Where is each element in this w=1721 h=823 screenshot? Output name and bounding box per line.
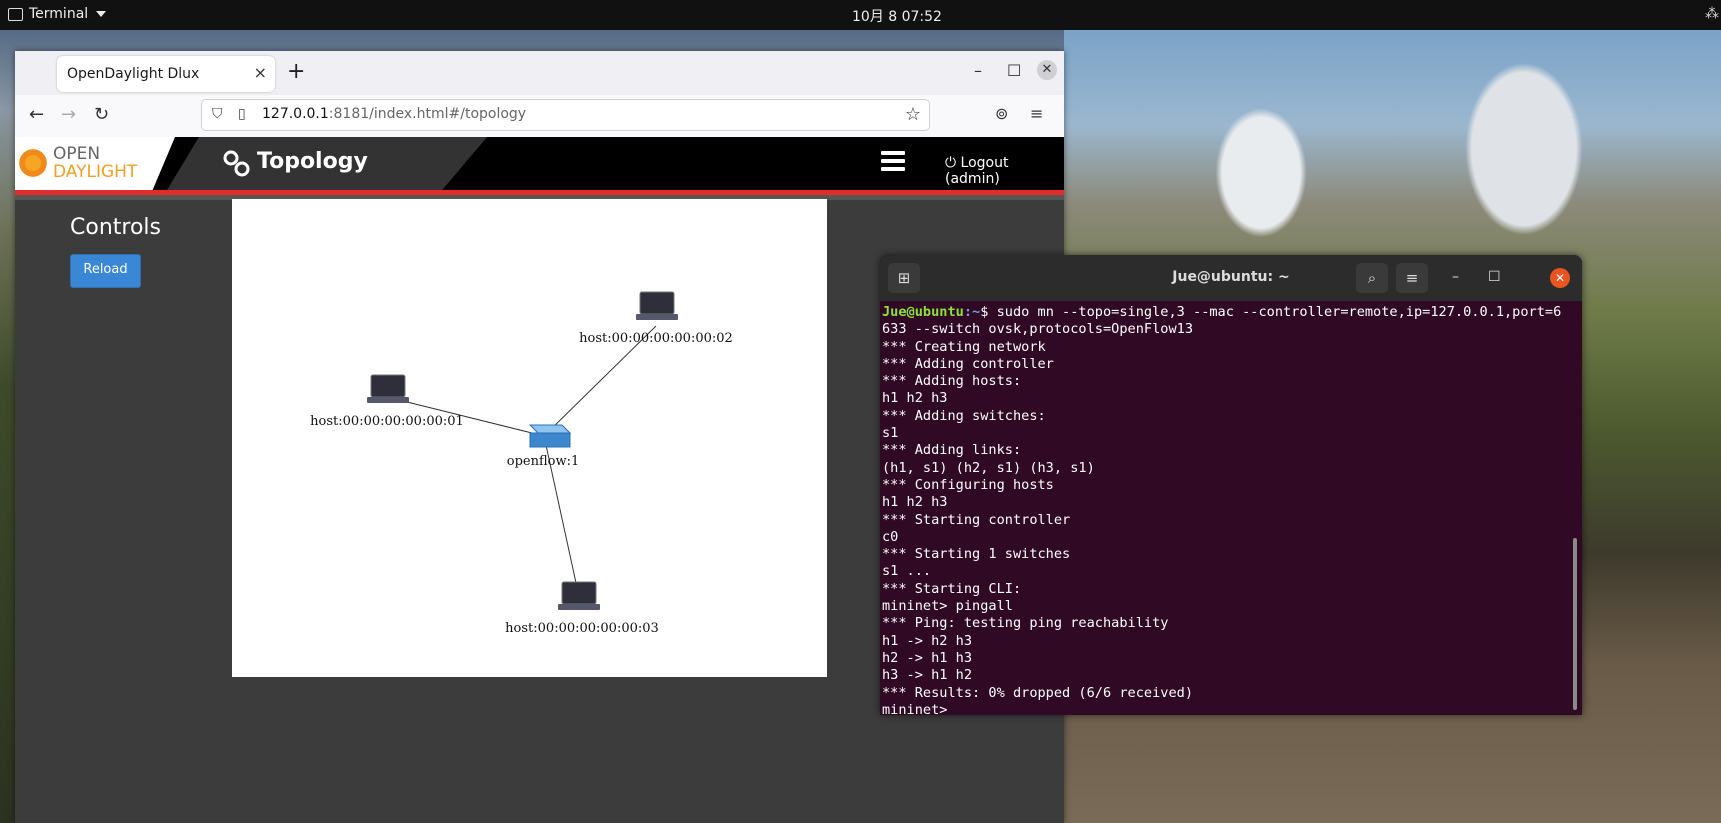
command-text: $ sudo mn --topo=single,3 --mac --contro… [882,304,1562,338]
prompt-path: :~ [963,304,981,320]
menu-icon[interactable]: ≡ [1030,104,1043,123]
host-label: host:00:00:00:00:00:02 [579,331,733,346]
terminal-line: s1 ... [882,563,932,580]
terminal-line: *** Configuring hosts [882,476,1054,493]
maximize-icon[interactable]: ☐ [1007,61,1021,80]
navigation-bar: ← → ↻ ⛉ ▯ 127.0.0.1:8181/index.html#/top… [15,95,1064,138]
app-name: Terminal [29,6,89,22]
new-tab-button[interactable]: + [287,59,305,84]
terminal-line: h3 -> h1 h2 [882,667,973,684]
output-lines: *** Creating network *** Adding controll… [882,339,1193,715]
maximize-icon[interactable]: ☐ [1488,269,1501,285]
terminal-output[interactable]: Jue@ubuntu:~$ sudo mn --topo=single,3 --… [882,304,1568,715]
terminal-title: Jue@ubuntu: ~ [1172,269,1290,285]
url-bar[interactable]: ⛉ ▯ 127.0.0.1:8181/index.html#/topology … [201,99,930,131]
terminal-line: *** Adding links: [882,442,1022,459]
terminal-line: *** Adding controller [882,355,1054,372]
back-arrow-icon[interactable]: ← [29,104,44,125]
chevron-down-icon [96,11,107,17]
minimize-icon[interactable]: – [974,61,982,80]
terminal-line: h1 -> h2 h3 [882,632,973,649]
terminal-line: *** Starting controller [882,511,1071,528]
url-text: 127.0.0.1:8181/index.html#/topology [262,106,527,122]
host-node[interactable]: host:00:00:00:00:00:02 [579,291,733,346]
terminal-line: h1 h2 h3 [882,390,948,407]
browser-tab[interactable]: OpenDaylight Dlux × [57,56,275,92]
host-label: host:00:00:00:00:00:01 [310,414,464,429]
prompt-user: Jue@ubuntu [882,304,964,320]
host-node[interactable]: host:00:00:00:00:00:01 [310,374,464,429]
shield-icon[interactable]: ⛉ [212,106,223,122]
switch-label: openflow:1 [507,454,580,469]
odl-header: OPEN DAYLIGHT Topology ⏻ Logout (admin) [15,137,1064,190]
bookmark-star-icon[interactable]: ☆ [905,104,921,125]
network-icon[interactable]: ⁂ [1705,6,1719,22]
terminal-line: *** Ping: testing ping reachability [882,615,1169,632]
logo-text-open: OPEN [53,144,101,164]
tab-title: OpenDaylight Dlux [67,66,200,82]
pocket-icon[interactable]: ⊚ [995,104,1008,123]
terminal-line: *** Adding switches: [882,407,1046,424]
tab-close-icon[interactable]: × [254,63,267,82]
terminal-line: *** Results: 0% dropped (6/6 received) [882,684,1193,701]
topology-icon [223,150,250,177]
terminal-line: h1 h2 h3 [882,494,948,511]
terminal-line: *** Creating network [882,338,1046,355]
terminal-titlebar: ⊞ Jue@ubuntu: ~ ⌕ ≡ – ☐ ✕ [880,255,1582,301]
search-icon[interactable]: ⌕ [1356,263,1388,293]
terminal-icon [8,7,23,21]
clock[interactable]: 10月 8 07:52 [852,6,942,26]
page-icon: ▯ [238,106,246,122]
terminal-line: s1 [882,425,899,442]
terminal-line: h2 -> h1 h3 [882,649,973,666]
logout-link[interactable]: ⏻ Logout (admin) [945,155,1064,187]
system-top-bar: Terminal 10月 8 07:52 ⁂ [0,0,1721,30]
switch-node[interactable]: openflow:1 [507,424,580,469]
tab-strip: OpenDaylight Dlux × + – ☐ ✕ [15,51,1064,95]
logo-text-daylight: DAYLIGHT [53,162,138,182]
hamburger-menu-icon[interactable] [881,151,905,175]
odl-logo[interactable]: OPEN DAYLIGHT [15,137,175,190]
app-menu[interactable]: Terminal [8,6,107,22]
window-close-icon[interactable]: ✕ [1037,60,1057,80]
flower-icon [17,147,49,179]
terminal-line: mininet> [882,701,956,715]
terminal-window: ⊞ Jue@ubuntu: ~ ⌕ ≡ – ☐ ✕ Jue@ubuntu:~$ … [880,255,1582,715]
terminal-line: mininet> pingall [882,598,1013,615]
terminal-scrollbar[interactable] [1573,538,1577,710]
host-label: host:00:00:00:00:00:03 [505,621,659,636]
host-node[interactable]: host:00:00:00:00:00:03 [505,581,659,636]
menu-icon[interactable]: ≡ [1396,263,1428,293]
terminal-line: *** Adding hosts: [882,373,1022,390]
minimize-icon[interactable]: – [1452,269,1459,285]
topology-graph: openflow:1 host:00:00:00:00:00:01 host:0… [310,291,733,636]
terminal-line: *** Starting 1 switches [882,546,1071,563]
reload-button[interactable]: Reload [70,254,141,288]
terminal-line: c0 [882,528,899,545]
terminal-line: *** Starting CLI: [882,580,1022,597]
forward-arrow-icon[interactable]: → [61,104,76,125]
controls-heading: Controls [70,215,161,240]
topology-canvas[interactable]: openflow:1 host:00:00:00:00:00:01 host:0… [232,199,827,677]
logout-label: Logout (admin) [945,155,1009,187]
reload-icon[interactable]: ↻ [94,104,109,125]
terminal-close-icon[interactable]: ✕ [1550,268,1570,288]
terminal-line: (h1, s1) (h2, s1) (h3, s1) [882,459,1095,476]
page-title: Topology [257,149,368,174]
